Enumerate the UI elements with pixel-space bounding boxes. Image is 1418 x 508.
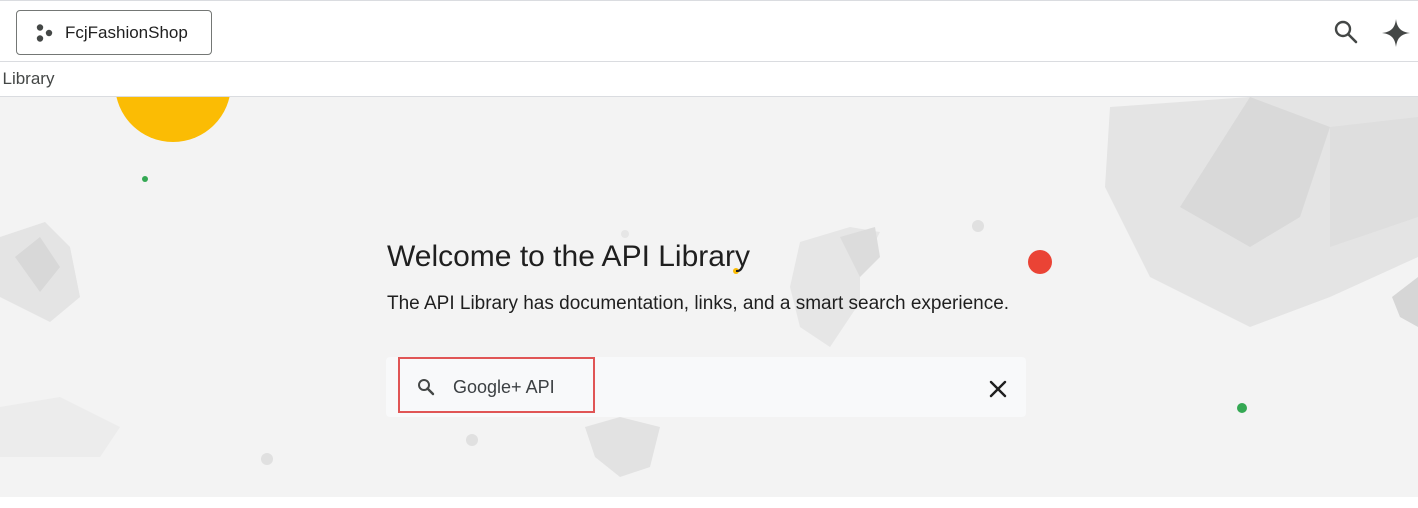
project-name: FcjFashionShop — [65, 22, 188, 42]
breadcrumb-bar: l Library — [0, 62, 1418, 97]
breadcrumb: l Library — [0, 69, 55, 88]
close-icon[interactable] — [986, 377, 1010, 401]
search-icon — [416, 377, 436, 397]
page-subtitle: The API Library has documentation, links… — [387, 293, 1010, 314]
top-app-bar: FcjFashionShop — [0, 0, 1418, 62]
api-search-box[interactable] — [386, 357, 1026, 417]
project-nodes-icon — [35, 23, 55, 43]
project-picker-button[interactable]: FcjFashionShop — [16, 10, 212, 55]
sparkle-icon[interactable] — [1380, 17, 1412, 49]
hero-banner: Welcome to the API Library The API Libra… — [0, 97, 1418, 497]
page-title: Welcome to the API Library — [387, 240, 750, 273]
search-icon[interactable] — [1332, 18, 1360, 46]
search-input[interactable] — [453, 372, 933, 402]
